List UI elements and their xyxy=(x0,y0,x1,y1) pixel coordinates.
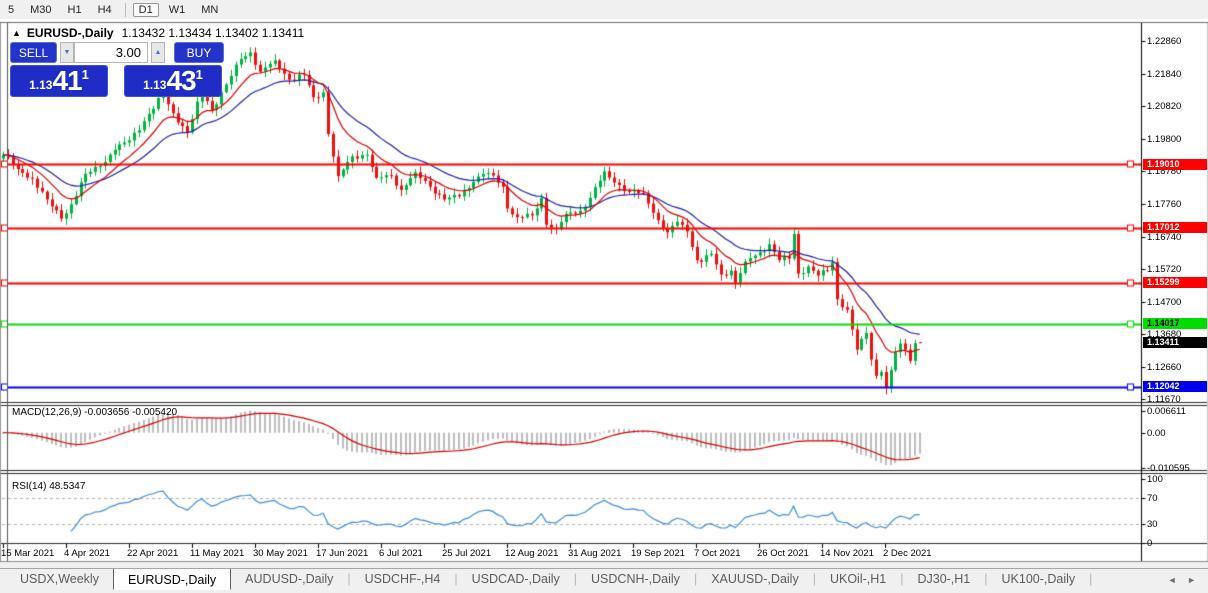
tab-scroll-arrows: ◄ ► xyxy=(1168,575,1200,585)
toolbar-timeframe-D1[interactable]: D1 xyxy=(132,2,159,17)
toolbar-separator xyxy=(124,2,126,17)
volume-decrease-button[interactable]: ▼ xyxy=(60,42,74,63)
tab-scroll-right-icon[interactable]: ► xyxy=(1187,575,1200,585)
tab-separator: | xyxy=(1089,572,1093,586)
sell-price-pip: 1 xyxy=(81,67,89,82)
chevron-up-icon: ▲ xyxy=(154,49,162,56)
tab-usdcnh-daily[interactable]: USDCNH-,Daily xyxy=(577,569,694,589)
sell-button[interactable]: SELL xyxy=(10,42,57,63)
tab-ukoil-h1[interactable]: UKOil-,H1 xyxy=(816,569,900,589)
volume-increase-button[interactable]: ▲ xyxy=(151,42,165,63)
toolbar-timeframe-W1[interactable]: W1 xyxy=(163,3,192,17)
toolbar-timeframe-H1[interactable]: H1 xyxy=(62,3,88,17)
sell-price-button[interactable]: 1.13 41 1 xyxy=(10,65,108,97)
tab-usdcad-daily[interactable]: USDCAD-,Daily xyxy=(458,569,574,589)
toolbar-timeframe-M30[interactable]: M30 xyxy=(24,3,57,17)
chevron-down-icon: ▼ xyxy=(63,49,71,56)
tab-uk100-daily[interactable]: UK100-,Daily xyxy=(988,569,1090,589)
sell-price-prefix: 1.13 xyxy=(29,78,53,92)
one-click-trade-panel: SELL ▼ ▲ BUY 1.13 41 1 1.13 43 1 xyxy=(10,42,224,98)
price-chart-canvas[interactable] xyxy=(0,19,1208,568)
timeframe-toolbar: 5 M30 H1 H4 D1 W1 MN xyxy=(0,0,1208,19)
toolbar-timeframe-MN[interactable]: MN xyxy=(195,3,224,17)
toolbar-timeframe-H4[interactable]: H4 xyxy=(92,3,118,17)
tab-audusd-daily[interactable]: AUDUSD-,Daily xyxy=(231,569,347,589)
chart-window: ▲ EURUSD-,Daily 1.13432 1.13434 1.13402 1.… xyxy=(0,19,1208,568)
volume-input[interactable] xyxy=(74,42,148,63)
tab-eurusd-daily[interactable]: EURUSD-,Daily xyxy=(112,569,232,590)
tab-scroll-left-icon[interactable]: ◄ xyxy=(1168,575,1181,585)
buy-price-main: 43 xyxy=(166,65,196,96)
tab-xauusd-daily[interactable]: XAUUSD-,Daily xyxy=(697,569,813,589)
buy-price-pip: 1 xyxy=(195,67,203,82)
tab-usdchf-h4[interactable]: USDCHF-,H4 xyxy=(351,569,455,589)
tab-usdx-weekly[interactable]: USDX,Weekly xyxy=(6,569,113,589)
tab-dj30-h1[interactable]: DJ30-,H1 xyxy=(903,569,984,589)
sell-price-main: 41 xyxy=(52,65,82,96)
buy-price-prefix: 1.13 xyxy=(143,78,167,92)
buy-price-button[interactable]: 1.13 43 1 xyxy=(124,65,222,97)
chart-tab-bar: USDX,Weekly EURUSD-,Daily AUDUSD-,Daily | US… xyxy=(0,568,1208,593)
toolbar-timeframe-5[interactable]: 5 xyxy=(2,3,20,17)
buy-button[interactable]: BUY xyxy=(174,42,224,63)
